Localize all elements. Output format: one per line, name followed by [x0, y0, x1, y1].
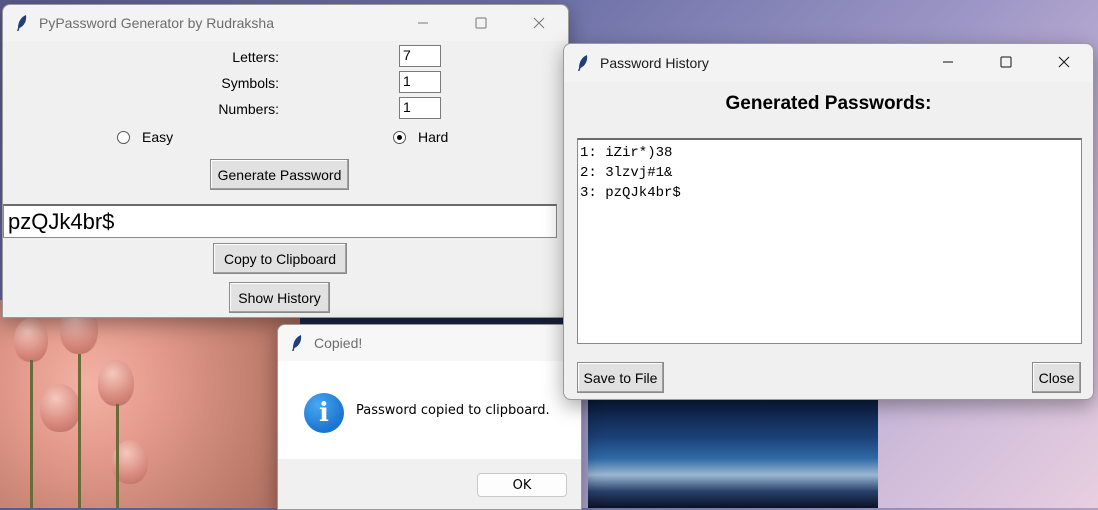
copied-message: Password copied to clipboard. — [356, 403, 550, 418]
generate-password-button[interactable]: Generate Password — [210, 159, 349, 190]
feather-icon — [17, 15, 27, 31]
easy-radio-label: Easy — [142, 129, 174, 145]
close-history-button[interactable]: Close — [1032, 362, 1081, 393]
minimize-button[interactable] — [919, 44, 977, 80]
flower-stem — [78, 354, 81, 508]
wallpaper-sea-photo — [588, 398, 878, 508]
easy-radio[interactable]: Easy — [117, 129, 173, 145]
close-icon — [1058, 56, 1070, 68]
copied-dialog: Copied! i Password copied to clipboard. … — [277, 324, 582, 510]
main-titlebar[interactable]: PyPassword Generator by Rudraksha — [3, 5, 568, 41]
show-history-button[interactable]: Show History — [229, 282, 330, 313]
numbers-label: Numbers: — [218, 101, 279, 117]
history-heading: Generated Passwords: — [725, 93, 932, 114]
close-button[interactable] — [510, 5, 568, 41]
letters-input[interactable]: 7 — [399, 45, 441, 67]
password-generator-window: PyPassword Generator by Rudraksha Letter… — [2, 4, 569, 318]
history-window-title: Password History — [600, 55, 709, 71]
history-text-area[interactable]: 1: iZir*)38 2: 3lzvj#1& 3: pzQJk4br$ — [577, 138, 1082, 344]
easy-radio-indicator[interactable] — [117, 130, 130, 144]
hard-radio[interactable]: Hard — [393, 129, 448, 145]
close-icon — [533, 17, 545, 29]
feather-icon — [578, 55, 588, 71]
symbols-input[interactable]: 1 — [399, 71, 441, 93]
history-entry: 3: pzQJk4br$ — [580, 185, 681, 201]
password-output-field[interactable]: pzQJk4br$ — [3, 204, 557, 238]
copied-dialog-title: Copied! — [314, 335, 363, 351]
maximize-icon — [1000, 56, 1012, 68]
flower-image — [40, 384, 80, 432]
ok-button[interactable]: OK — [477, 473, 567, 497]
history-entry: 2: 3lzvj#1& — [580, 165, 673, 181]
hard-radio-indicator[interactable] — [393, 130, 406, 144]
maximize-button[interactable] — [977, 44, 1035, 80]
flower-stem — [30, 360, 33, 508]
wallpaper-flowers — [0, 300, 300, 508]
history-entry: 1: iZir*)38 — [580, 145, 673, 161]
minimize-button[interactable] — [394, 5, 452, 41]
flower-image — [98, 360, 134, 406]
save-to-file-button[interactable]: Save to File — [577, 362, 664, 393]
letters-label: Letters: — [232, 49, 279, 65]
copied-titlebar[interactable]: Copied! — [278, 325, 581, 361]
history-titlebar[interactable]: Password History — [564, 44, 1093, 82]
minimize-icon — [943, 61, 953, 63]
flower-stem — [116, 404, 119, 508]
flower-image — [14, 318, 48, 362]
main-window-title: PyPassword Generator by Rudraksha — [39, 15, 274, 31]
info-icon: i — [304, 393, 344, 433]
close-button[interactable] — [1035, 44, 1093, 80]
minimize-icon — [418, 22, 428, 24]
feather-icon — [292, 335, 302, 351]
symbols-label: Symbols: — [221, 75, 279, 91]
numbers-input[interactable]: 1 — [399, 97, 441, 119]
maximize-button[interactable] — [452, 5, 510, 41]
copy-to-clipboard-button[interactable]: Copy to Clipboard — [213, 243, 347, 274]
password-history-window: Password History Generated Passwords: 1:… — [563, 43, 1094, 400]
maximize-icon — [475, 17, 487, 29]
hard-radio-label: Hard — [418, 129, 449, 145]
